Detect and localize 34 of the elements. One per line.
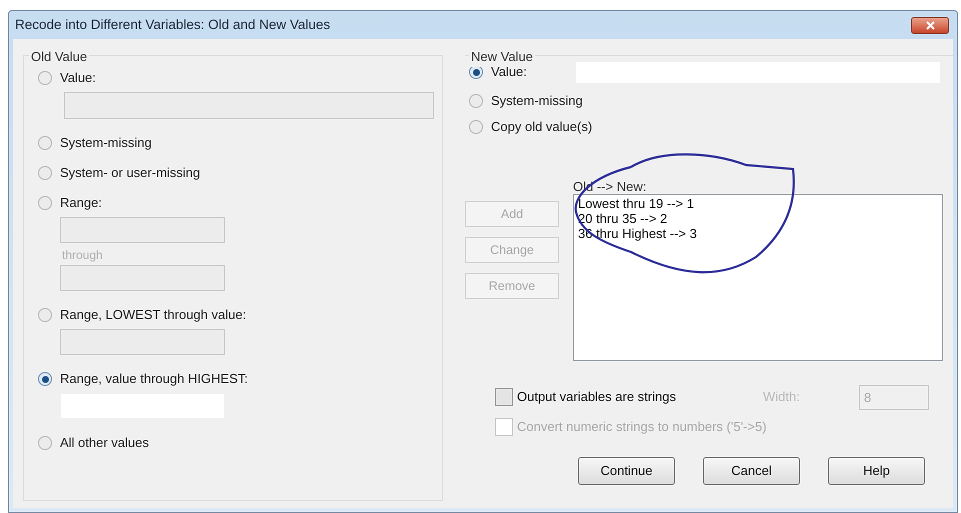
checkbox[interactable] <box>495 388 513 406</box>
list-item[interactable]: Lowest thru 19 --> 1 <box>578 196 938 211</box>
dialog-button[interactable]: Cancel <box>703 456 800 484</box>
radio-button[interactable] <box>469 120 483 134</box>
radio-button[interactable] <box>38 166 52 180</box>
radio-button[interactable] <box>38 372 52 386</box>
input-field[interactable] <box>60 217 225 243</box>
radio-button[interactable] <box>38 136 52 150</box>
close-button[interactable] <box>911 16 949 34</box>
close-icon <box>926 20 934 30</box>
radio-label: Value: <box>60 69 96 88</box>
through-label: through <box>62 247 104 264</box>
window-title: Recode into Different Variables: Old and New Values <box>15 16 330 34</box>
dialog-button[interactable]: Help <box>828 456 925 484</box>
radio-button[interactable] <box>38 196 52 210</box>
radio-button[interactable] <box>38 71 52 85</box>
checkbox-label: Convert numeric strings to numbers ('5'->5) <box>517 418 767 436</box>
input-field[interactable] <box>64 92 434 119</box>
radio-button[interactable] <box>38 308 52 322</box>
radio-button[interactable] <box>469 94 483 108</box>
radio-label: Range, LOWEST through value: <box>60 306 246 324</box>
radio-label: System-missing <box>60 134 152 152</box>
width-label: Width: <box>763 388 801 406</box>
radio-label: All other values <box>60 434 149 452</box>
radio-label: Copy old value(s) <box>491 118 592 136</box>
radio-label: Range, value through HIGHEST: <box>60 370 248 388</box>
input-field[interactable] <box>60 329 225 355</box>
input-field[interactable] <box>60 265 225 291</box>
radio-label: System-missing <box>491 92 583 110</box>
radio-button[interactable] <box>38 436 52 450</box>
checkbox-label: Output variables are strings <box>517 388 677 406</box>
radio-label: System- or user-missing <box>60 164 200 182</box>
dialog-button[interactable]: Continue <box>578 456 675 484</box>
radio-label: Range: <box>60 194 102 212</box>
